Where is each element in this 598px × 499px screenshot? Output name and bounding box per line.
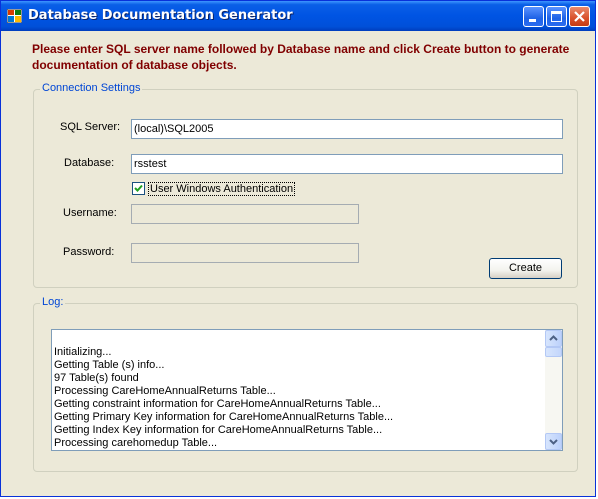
app-icon[interactable]	[6, 8, 23, 24]
log-line: Getting Index Key information for CareHo…	[54, 424, 383, 436]
windows-auth-label[interactable]: User Windows Authentication	[148, 182, 296, 196]
password-input[interactable]	[131, 243, 359, 263]
scroll-down-button[interactable]	[545, 433, 562, 450]
log-legend: Log:	[40, 296, 66, 308]
window-title: Database Documentation Generator	[28, 8, 293, 23]
maximize-icon	[551, 11, 562, 22]
log-line: 97 Table(s) found	[54, 372, 139, 384]
close-icon	[574, 11, 585, 22]
connection-settings-legend: Connection Settings	[40, 82, 143, 94]
log-textarea[interactable]: Initializing... Getting Table (s) info...…	[51, 329, 563, 451]
database-input[interactable]: rsstest	[131, 154, 563, 174]
arrow-up-icon	[549, 335, 558, 341]
create-button[interactable]: Create	[489, 258, 562, 279]
database-label: Database:	[64, 157, 115, 169]
windows-auth-checkbox[interactable]	[132, 182, 145, 195]
checkmark-icon	[134, 184, 143, 192]
log-scrollbar[interactable]	[545, 330, 562, 450]
log-line: Initializing...	[54, 346, 112, 358]
maximize-button[interactable]	[546, 6, 567, 27]
sql-server-input[interactable]: (local)\SQL2005	[131, 119, 563, 139]
username-label: Username:	[63, 207, 117, 219]
scroll-up-button[interactable]	[545, 330, 562, 347]
password-label: Password:	[63, 246, 115, 258]
minimize-button[interactable]	[523, 6, 544, 27]
title-bar[interactable]: Database Documentation Generator	[1, 1, 595, 31]
log-line: Getting constraint information for CareH…	[54, 398, 381, 410]
log-lines: Initializing... Getting Table (s) info...…	[54, 346, 542, 450]
log-line: Processing carehomedup Table...	[54, 437, 218, 449]
username-input[interactable]	[131, 204, 359, 224]
log-line: Processing CareHomeAnnualReturns Table..…	[54, 385, 276, 397]
main-window: Database Documentation Generator Please …	[0, 0, 596, 497]
sql-server-label: SQL Server:	[60, 121, 121, 133]
log-line: Getting Primary Key information for Care…	[54, 411, 394, 423]
minimize-icon	[529, 19, 536, 22]
arrow-down-icon	[549, 439, 558, 445]
instructions-text: Please enter SQL server name followed by…	[32, 42, 570, 72]
close-button[interactable]	[569, 6, 590, 27]
scroll-thumb[interactable]	[545, 347, 562, 357]
log-line: Getting Table (s) info...	[54, 359, 165, 371]
